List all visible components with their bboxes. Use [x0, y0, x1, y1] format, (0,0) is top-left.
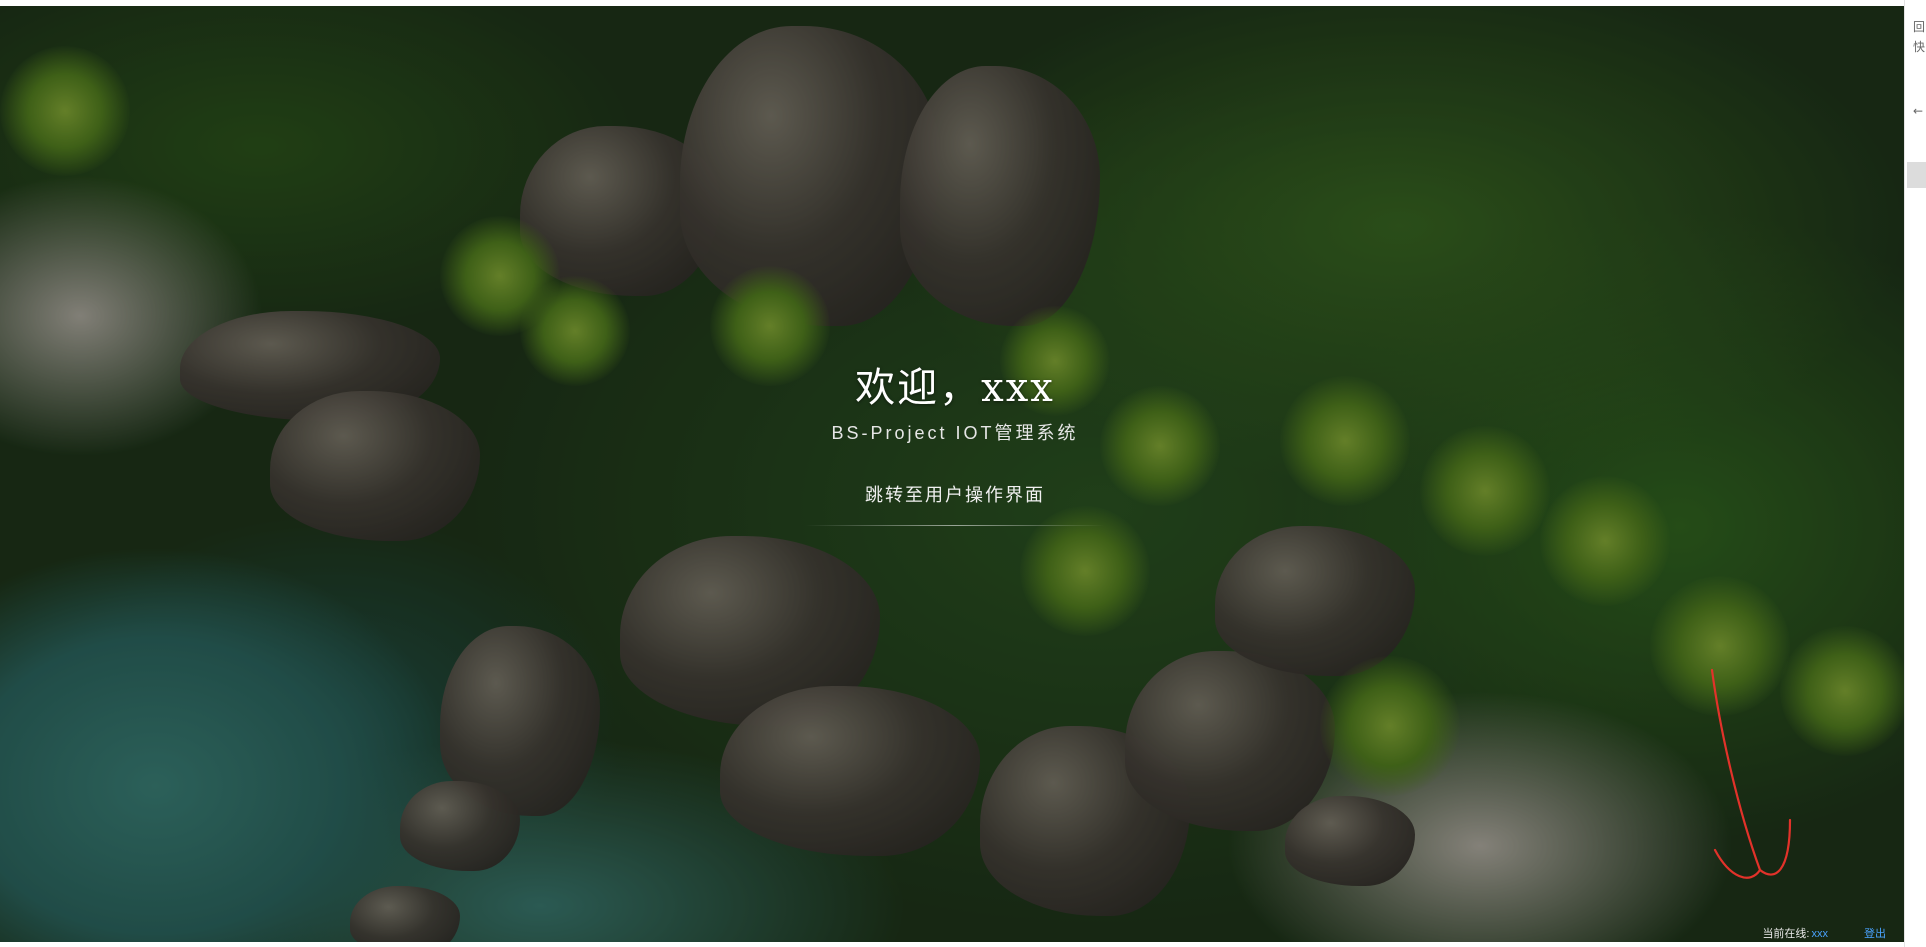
- back-arrow-icon[interactable]: ←: [1913, 104, 1923, 118]
- right-side-panel: 回 快 ←: [1904, 0, 1926, 947]
- side-glyph: 回: [1913, 20, 1926, 34]
- side-glyph: 快: [1913, 40, 1926, 54]
- red-annotation-stroke: [1710, 668, 1792, 879]
- jump-to-user-ui-link[interactable]: 跳转至用户操作界面: [841, 481, 1069, 525]
- status-footer: 当前在线: xxx 登出: [1762, 925, 1886, 941]
- logout-link[interactable]: 登出: [1864, 928, 1886, 940]
- side-highlight-bar: [1907, 162, 1926, 188]
- online-label: 当前在线:: [1762, 928, 1810, 940]
- welcome-panel: 欢迎，xxx BS-Project IOT管理系统 跳转至用户操作界面: [745, 355, 1165, 526]
- online-user-value: xxx: [1811, 928, 1829, 940]
- welcome-title: 欢迎，xxx: [855, 365, 1055, 411]
- system-subtitle: BS-Project IOT管理系统: [831, 423, 1079, 443]
- divider: [805, 525, 1105, 526]
- bottom-edge: [0, 942, 1904, 947]
